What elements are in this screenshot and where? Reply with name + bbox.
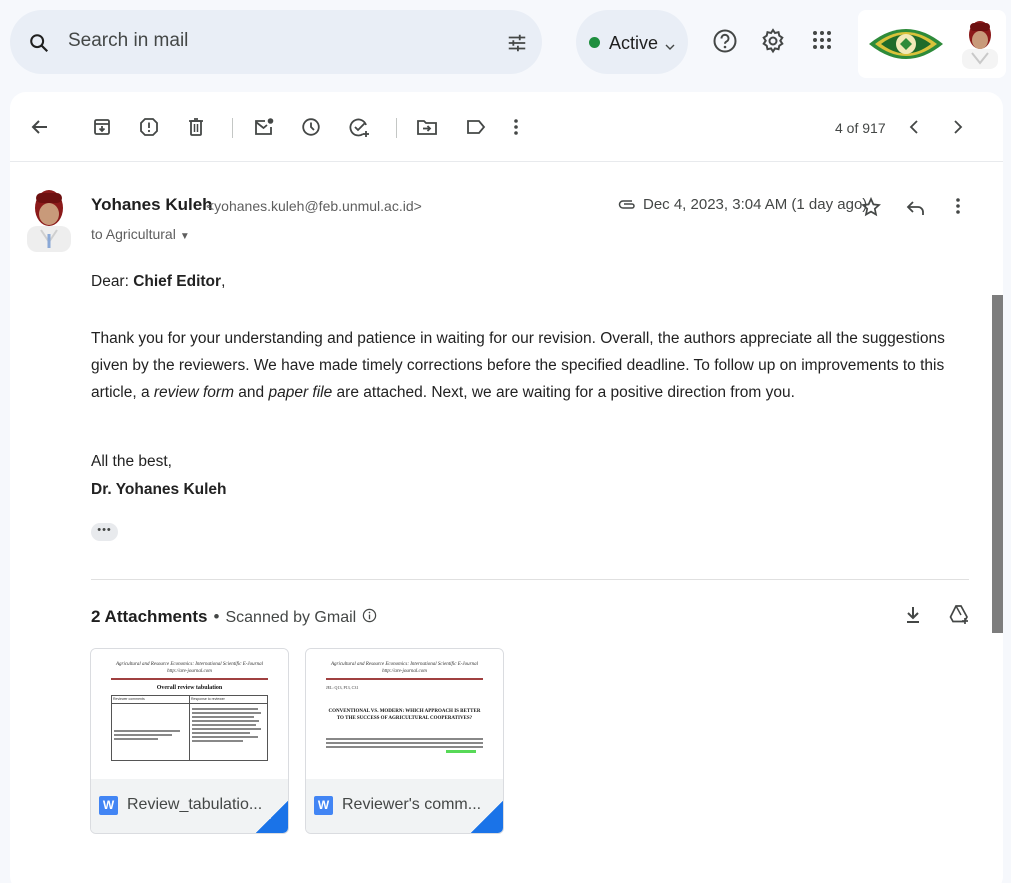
status-dot-icon [589, 37, 600, 48]
preview-left-cell [112, 704, 190, 760]
message-view: 4 of 917 Yohanes Kuleh <yohanes.kuleh@fe… [10, 92, 1003, 883]
message-more-icon[interactable] [952, 196, 964, 221]
greeting: Dear: Chief Editor, [91, 268, 971, 295]
recipient-line[interactable]: to Agricultural ▼ [91, 226, 190, 242]
organization-logo [867, 22, 945, 71]
preview-col-1: Reviewer comments [112, 696, 190, 703]
preview-rule [111, 678, 268, 680]
message-paragraph: Thank you for your understanding and pat… [91, 325, 971, 406]
attachment-filename: Reviewer's comm... [342, 796, 482, 813]
attachment-footer: W Review_tabulatio... [91, 779, 288, 833]
signature: Dr. Yohanes Kuleh [91, 481, 227, 498]
attachment-card[interactable]: Agricultural and Resource Economics: Int… [305, 648, 504, 834]
preview-journal-link: http://are-journal.com [167, 669, 212, 674]
status-label: Active [609, 33, 659, 53]
attachment-preview: Agricultural and Resource Economics: Int… [91, 649, 288, 779]
account-avatar[interactable] [960, 19, 1000, 74]
snooze-icon[interactable] [301, 117, 321, 142]
info-icon[interactable] [362, 608, 377, 628]
page-fold-icon [471, 801, 503, 833]
attachments-count: 2 Attachments [91, 607, 208, 626]
delete-icon[interactable] [186, 117, 206, 142]
bullet: • [213, 607, 220, 626]
preview-table-body [112, 704, 267, 760]
mark-unread-icon[interactable] [253, 117, 275, 142]
page-fold-icon [256, 801, 288, 833]
labels-icon[interactable] [465, 117, 487, 142]
attachment-card[interactable]: Agricultural and Resource Economics: Int… [90, 648, 289, 834]
attachments-divider [91, 579, 969, 580]
search-bar[interactable]: Search in mail [10, 10, 542, 74]
tune-icon[interactable] [506, 32, 528, 59]
pagination-count: 4 of 917 [835, 120, 886, 136]
message-toolbar: 4 of 917 [10, 92, 1003, 162]
preview-highlight [446, 750, 476, 753]
scrollbar-thumb[interactable] [992, 295, 1003, 633]
preview-journal-header: Agricultural and Resource Economics: Int… [115, 662, 263, 667]
add-to-tasks-icon[interactable] [349, 117, 371, 144]
more-vert-icon[interactable] [510, 117, 522, 142]
caret-down-icon[interactable]: ▼ [180, 231, 190, 242]
status-selector[interactable]: Active [576, 10, 688, 74]
report-spam-icon[interactable] [139, 117, 159, 142]
closing: All the best, [91, 453, 172, 470]
preview-journal-link: http://are-journal.com [382, 669, 427, 674]
preview-right-cell [190, 704, 267, 760]
greeting-prefix: Dear: [91, 273, 134, 290]
attachments-heading: 2 Attachments • Scanned by Gmail [91, 607, 377, 628]
account-box[interactable] [858, 10, 1006, 78]
help-icon[interactable] [712, 28, 738, 59]
search-icon[interactable] [28, 32, 50, 59]
toolbar-divider [232, 118, 233, 138]
word-doc-icon: W [99, 796, 118, 815]
attachment-footer: W Reviewer's comm... [306, 779, 503, 833]
preview-title: Overall review tabulation [156, 685, 223, 691]
top-bar: Search in mail Active [0, 0, 1011, 90]
preview-col-2: Response to reviewer [191, 697, 225, 701]
download-all-icon[interactable] [904, 605, 922, 630]
older-chevron-right-icon[interactable] [951, 117, 965, 142]
greeting-suffix: , [221, 273, 226, 290]
attachment-filename: Review_tabulatio... [127, 796, 263, 813]
body-part-3: are attached. Next, we are waiting for a… [332, 384, 795, 401]
back-arrow-icon[interactable] [30, 117, 50, 142]
archive-icon[interactable] [92, 117, 112, 142]
toolbar-separator [10, 161, 1003, 162]
body-emphasis-2: paper file [268, 384, 333, 401]
chevron-down-icon [665, 38, 675, 56]
star-icon[interactable] [861, 196, 881, 222]
greeting-name: Chief Editor [133, 273, 222, 290]
sender-avatar[interactable] [25, 188, 73, 257]
apps-grid-icon[interactable] [810, 28, 834, 57]
word-doc-icon: W [314, 796, 333, 815]
recipient-text: to Agricultural [91, 226, 176, 242]
attachment-clip-icon [618, 198, 636, 217]
reply-icon[interactable] [906, 199, 926, 222]
sender-name[interactable]: Yohanes Kuleh [91, 195, 213, 215]
settings-gear-icon[interactable] [760, 28, 786, 59]
preview-table: Reviewer comments Response to reviewer [111, 695, 268, 761]
toolbar-divider [396, 118, 397, 138]
search-input[interactable]: Search in mail [68, 30, 188, 52]
preview-jel: JEL: Q13, P13, C31 [326, 685, 359, 690]
preview-title: CONVENTIONAL VS. MODERN: WHICH APPROACH … [328, 709, 481, 721]
newer-chevron-left-icon[interactable] [907, 117, 921, 142]
preview-table-header: Reviewer comments Response to reviewer [112, 696, 267, 704]
show-trimmed-button[interactable]: ••• [91, 523, 118, 541]
body-emphasis-1: review form [153, 384, 234, 401]
sender-email: <yohanes.kuleh@feb.unmul.ac.id> [206, 198, 422, 214]
preview-journal-header: Agricultural and Resource Economics: Int… [330, 662, 478, 667]
move-to-icon[interactable] [416, 117, 438, 142]
message-date: Dec 4, 2023, 3:04 AM (1 day ago) [643, 196, 868, 213]
body-part-2: and [234, 384, 269, 401]
attachment-preview: Agricultural and Resource Economics: Int… [306, 649, 503, 779]
add-to-drive-icon[interactable] [948, 603, 970, 630]
preview-rule [326, 678, 483, 680]
scanned-label: Scanned by Gmail [225, 609, 357, 626]
